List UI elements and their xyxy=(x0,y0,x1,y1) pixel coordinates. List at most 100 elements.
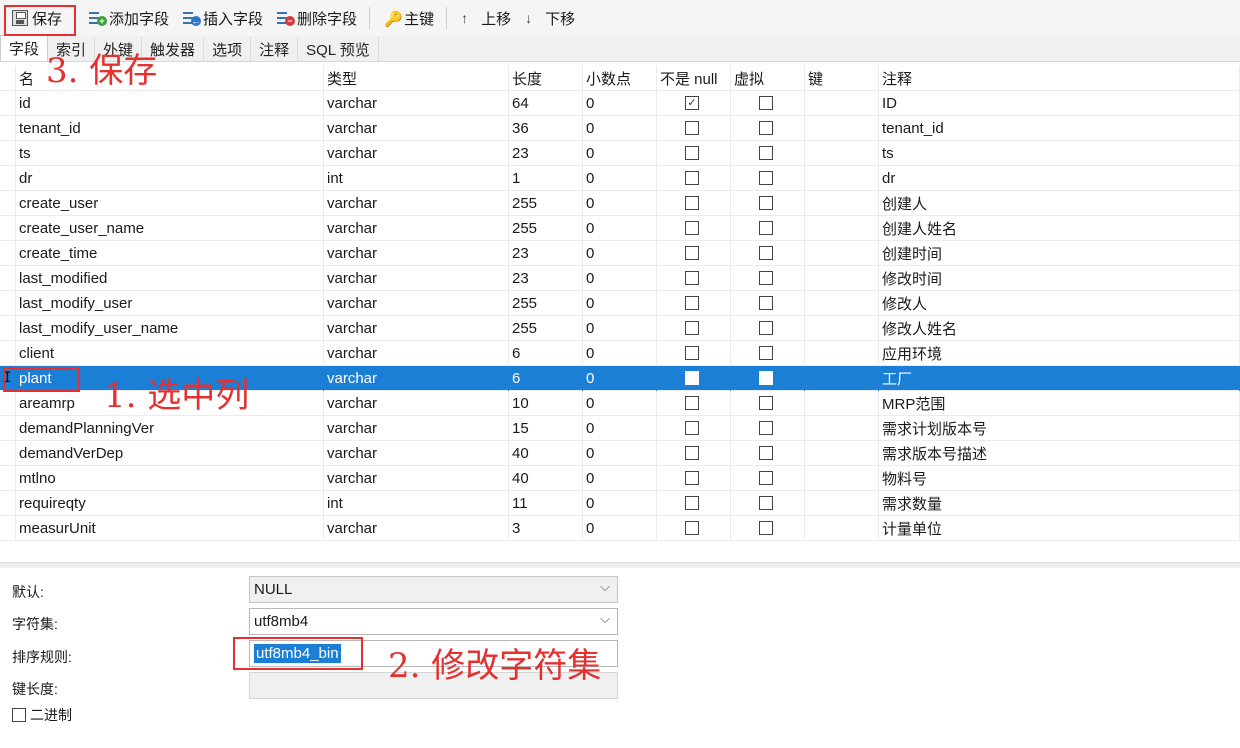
field-type-cell[interactable]: varchar xyxy=(324,415,509,441)
field-length-cell[interactable]: 255 xyxy=(509,215,583,241)
binary-checkbox[interactable]: 二进制 xyxy=(12,705,72,725)
field-comment-cell[interactable]: MRP范围 xyxy=(879,390,1240,416)
field-decimal-cell[interactable]: 0 xyxy=(583,440,657,466)
field-decimal-cell[interactable]: 0 xyxy=(583,390,657,416)
row-marker[interactable] xyxy=(0,115,16,141)
not-null-checkbox[interactable] xyxy=(685,271,699,285)
virtual-cell[interactable] xyxy=(731,415,805,441)
key-cell[interactable] xyxy=(805,365,879,391)
field-comment-cell[interactable]: 修改人 xyxy=(879,290,1240,316)
field-comment-cell[interactable]: 修改人姓名 xyxy=(879,315,1240,341)
not-null-cell[interactable] xyxy=(657,265,731,291)
virtual-checkbox[interactable] xyxy=(759,271,773,285)
not-null-cell[interactable] xyxy=(657,490,731,516)
tab-comment[interactable]: 注释 xyxy=(251,37,299,61)
field-decimal-cell[interactable]: 0 xyxy=(583,290,657,316)
column-header-name[interactable]: 名 xyxy=(16,65,324,91)
virtual-checkbox[interactable] xyxy=(759,371,773,385)
key-cell[interactable] xyxy=(805,190,879,216)
virtual-checkbox[interactable] xyxy=(759,121,773,135)
tab-indexes[interactable]: 索引 xyxy=(48,37,96,61)
not-null-checkbox[interactable] xyxy=(685,121,699,135)
key-cell[interactable] xyxy=(805,440,879,466)
field-comment-cell[interactable]: 创建人 xyxy=(879,190,1240,216)
not-null-checkbox[interactable] xyxy=(685,221,699,235)
not-null-checkbox[interactable] xyxy=(685,296,699,310)
field-type-cell[interactable]: varchar xyxy=(324,115,509,141)
field-name-cell[interactable]: client xyxy=(16,340,324,366)
row-marker[interactable] xyxy=(0,215,16,241)
field-type-cell[interactable]: varchar xyxy=(324,465,509,491)
key-cell[interactable] xyxy=(805,315,879,341)
field-name-cell[interactable]: requireqty xyxy=(16,490,324,516)
column-header-decimal[interactable]: 小数点 xyxy=(583,65,657,91)
not-null-cell[interactable]: ✓ xyxy=(657,90,731,116)
binary-checkbox-box[interactable] xyxy=(12,708,26,722)
key-cell[interactable] xyxy=(805,290,879,316)
field-name-cell[interactable]: last_modify_user xyxy=(16,290,324,316)
virtual-cell[interactable] xyxy=(731,340,805,366)
field-comment-cell[interactable]: 计量单位 xyxy=(879,515,1240,541)
key-cell[interactable] xyxy=(805,90,879,116)
field-name-cell[interactable]: demandPlanningVer xyxy=(16,415,324,441)
field-comment-cell[interactable]: 需求计划版本号 xyxy=(879,415,1240,441)
table-row[interactable]: demandPlanningVer varchar 15 0 需求计划版本号 xyxy=(0,415,1240,441)
field-name-cell[interactable]: mtlno xyxy=(16,465,324,491)
field-name-cell[interactable]: last_modify_user_name xyxy=(16,315,324,341)
field-type-cell[interactable]: varchar xyxy=(324,365,509,391)
virtual-cell[interactable] xyxy=(731,190,805,216)
field-decimal-cell[interactable]: 0 xyxy=(583,115,657,141)
key-cell[interactable] xyxy=(805,340,879,366)
virtual-cell[interactable] xyxy=(731,365,805,391)
key-cell[interactable] xyxy=(805,490,879,516)
field-decimal-cell[interactable]: 0 xyxy=(583,240,657,266)
key-cell[interactable] xyxy=(805,515,879,541)
key-cell[interactable] xyxy=(805,240,879,266)
field-name-cell[interactable]: create_user xyxy=(16,190,324,216)
field-comment-cell[interactable]: tenant_id xyxy=(879,115,1240,141)
key-cell[interactable] xyxy=(805,415,879,441)
field-name-cell[interactable]: areamrp xyxy=(16,390,324,416)
field-name-cell[interactable]: create_user_name xyxy=(16,215,324,241)
virtual-cell[interactable] xyxy=(731,515,805,541)
field-comment-cell[interactable]: ts xyxy=(879,140,1240,166)
field-decimal-cell[interactable]: 0 xyxy=(583,215,657,241)
field-type-cell[interactable]: varchar xyxy=(324,240,509,266)
row-marker[interactable] xyxy=(0,240,16,266)
field-length-cell[interactable]: 23 xyxy=(509,240,583,266)
column-header-comment[interactable]: 注释 xyxy=(879,65,1240,91)
field-decimal-cell[interactable]: 0 xyxy=(583,315,657,341)
field-length-cell[interactable]: 10 xyxy=(509,390,583,416)
field-name-cell[interactable]: ts xyxy=(16,140,324,166)
not-null-cell[interactable] xyxy=(657,465,731,491)
key-cell[interactable] xyxy=(805,215,879,241)
row-marker[interactable] xyxy=(0,165,16,191)
column-header-not-null[interactable]: 不是 null xyxy=(657,65,731,91)
field-type-cell[interactable]: varchar xyxy=(324,190,509,216)
not-null-cell[interactable] xyxy=(657,165,731,191)
not-null-cell[interactable] xyxy=(657,140,731,166)
virtual-cell[interactable] xyxy=(731,465,805,491)
not-null-checkbox[interactable] xyxy=(685,396,699,410)
tab-options[interactable]: 选项 xyxy=(204,37,252,61)
virtual-cell[interactable] xyxy=(731,440,805,466)
virtual-cell[interactable] xyxy=(731,165,805,191)
not-null-checkbox[interactable] xyxy=(685,196,699,210)
not-null-cell[interactable] xyxy=(657,390,731,416)
field-decimal-cell[interactable]: 0 xyxy=(583,90,657,116)
move-down-button[interactable]: ↓ 下移 xyxy=(519,4,581,32)
row-marker[interactable] xyxy=(0,190,16,216)
field-type-cell[interactable]: int xyxy=(324,165,509,191)
virtual-checkbox[interactable] xyxy=(759,296,773,310)
field-comment-cell[interactable]: 工厂 xyxy=(879,365,1240,391)
move-up-button[interactable]: ↑ 上移 xyxy=(455,4,517,32)
field-name-cell[interactable]: demandVerDep xyxy=(16,440,324,466)
field-length-cell[interactable]: 40 xyxy=(509,465,583,491)
field-length-cell[interactable]: 1 xyxy=(509,165,583,191)
field-length-cell[interactable]: 40 xyxy=(509,440,583,466)
not-null-checkbox[interactable] xyxy=(685,496,699,510)
not-null-cell[interactable] xyxy=(657,340,731,366)
key-cell[interactable] xyxy=(805,265,879,291)
table-row[interactable]: mtlno varchar 40 0 物料号 xyxy=(0,465,1240,491)
key-cell[interactable] xyxy=(805,115,879,141)
